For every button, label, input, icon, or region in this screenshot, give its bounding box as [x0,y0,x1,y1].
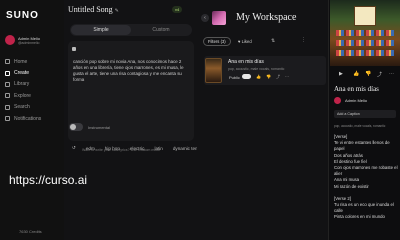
sidebar-item-search[interactable]: Search [5,102,61,113]
home-icon [5,59,10,65]
user-name: Admin Melio [18,35,41,41]
song-title-field[interactable]: Untitled Song ✎ [68,5,119,14]
suno-logo[interactable]: SUNO [6,10,39,21]
song-description-text: canción pop sobre mi novia Ana, nos cono… [73,59,184,82]
share-icon[interactable]: ⤴ [377,71,382,78]
sidebar-item-explore[interactable]: Explore [5,90,61,101]
filters-button[interactable]: Filters (3) [203,37,231,46]
text-icon [72,47,76,51]
sort-icon[interactable]: ⇅ [271,38,275,44]
filters-label: Filters (3) [208,39,226,44]
instrumental-label: Instrumental [88,125,111,130]
refresh-tags-icon[interactable]: ↺ [72,145,76,151]
sidebar-item-library[interactable]: Library [5,79,61,90]
tab-simple[interactable]: Simple [71,25,131,35]
instrumental-toggle[interactable] [69,123,83,131]
tab-custom[interactable]: Custom [131,25,191,35]
search-icon [5,104,10,110]
detail-song-title: Ana en mis días [334,85,379,93]
sidebar-item-label: Home [14,58,28,65]
sidebar-item-label: Library [14,81,30,88]
cover-bookshelf [336,30,394,36]
toggle-knob [70,124,76,130]
like-icon[interactable]: 👍 [256,74,261,80]
avatar [5,35,15,45]
bell-icon [5,116,10,122]
detail-tags: pop, acoustic, male vocals, romantic [334,124,386,128]
cover-window [354,6,376,26]
library-icon [5,81,10,87]
public-toggle[interactable] [242,74,251,79]
song-title: Untitled Song [68,5,113,14]
create-panel: Untitled Song ✎ v4 Simple Custom canción … [64,0,199,240]
cover-bookshelf [336,50,394,56]
play-icon[interactable]: ▶ [339,71,343,77]
tag-chip[interactable]: dynamic tem [173,146,199,151]
suno-app: SUNO Admin Melio @adminmelio Home Create… [0,0,400,240]
lyric-line: Con ojos marrones me robaste el alier [334,165,398,177]
sidebar-item-label: Notifications [14,115,42,122]
lyric-line: Tu risa es un eco que inunda el calle [334,202,394,214]
user-handle: @adminmelio [18,40,40,45]
song-cover-image[interactable] [205,58,222,83]
explore-icon [5,93,10,99]
song-actions: 👍 👎 ⤴ ⋯ [256,74,289,80]
caption-input[interactable]: Add a Caption [334,110,396,118]
share-icon[interactable]: ⤴ [276,74,280,80]
liked-filter[interactable]: ♥ Liked [238,37,252,46]
song-row[interactable]: Ana en mis días pop, acoustic, male voca… [204,56,326,85]
watermark-text: https://curso.ai [9,173,88,187]
detail-user-name[interactable]: Admin Melio [345,98,367,103]
cover-bookshelf [336,40,394,46]
sidebar-item-label: Search [14,104,30,111]
lyric-line: Pinta colores en mi mundo [334,214,385,220]
avatar[interactable] [334,97,341,104]
detail-lyrics: [Verse] Te vi entre estantes llenos de p… [334,134,398,221]
sidebar-item-home[interactable]: Home [5,56,61,67]
sidebar-nav: Home Create Library Explore Search Notif… [5,56,61,124]
dislike-icon[interactable]: 👎 [365,71,371,77]
sidebar-item-label: Create [14,70,30,77]
song-tags: pop, acoustic, male vocals, romantic [228,67,285,71]
workspace-title: My Workspace [236,12,297,23]
like-icon[interactable]: 👍 [353,71,359,77]
credits-count[interactable]: 7630 Credits [19,229,42,234]
workspace-panel: ‹ My Workspace Filters (3) ♥ Liked ⇅ ⋮ A… [197,0,328,240]
workspace-thumbnail [212,11,226,25]
back-button[interactable]: ‹ [201,14,209,22]
mode-toggle: Simple Custom [70,24,192,36]
more-icon[interactable]: ⋯ [285,74,289,80]
sidebar-item-label: Explore [14,92,31,99]
custom-mode-hint[interactable]: Want to write your own lyrics? Use Custo… [82,148,160,152]
user-profile[interactable]: Admin Melio @adminmelio [5,35,40,45]
sidebar-item-create[interactable]: Create [5,67,61,78]
song-title[interactable]: Ana en mis días [228,59,264,65]
version-select[interactable]: v4 [172,6,183,13]
song-detail-panel: ▶ 👍 👎 ⤴ ⋯ Ana en mis días Admin Melio Ad… [328,0,400,240]
sidebar: SUNO Admin Melio @adminmelio Home Create… [0,0,64,240]
dislike-icon[interactable]: 👎 [266,74,271,80]
create-icon [5,70,10,76]
public-label: Public [229,75,240,80]
lyric-line: Te vi entre estantes llenos de papel [334,140,390,152]
song-description-input[interactable]: canción pop sobre mi novia Ana, nos cono… [68,41,199,151]
more-icon[interactable]: ⋯ [389,71,394,77]
sidebar-item-notifications[interactable]: Notifications [5,113,61,124]
song-cover-large [330,0,400,66]
more-icon[interactable]: ⋮ [301,37,306,43]
pencil-icon: ✎ [114,9,119,14]
